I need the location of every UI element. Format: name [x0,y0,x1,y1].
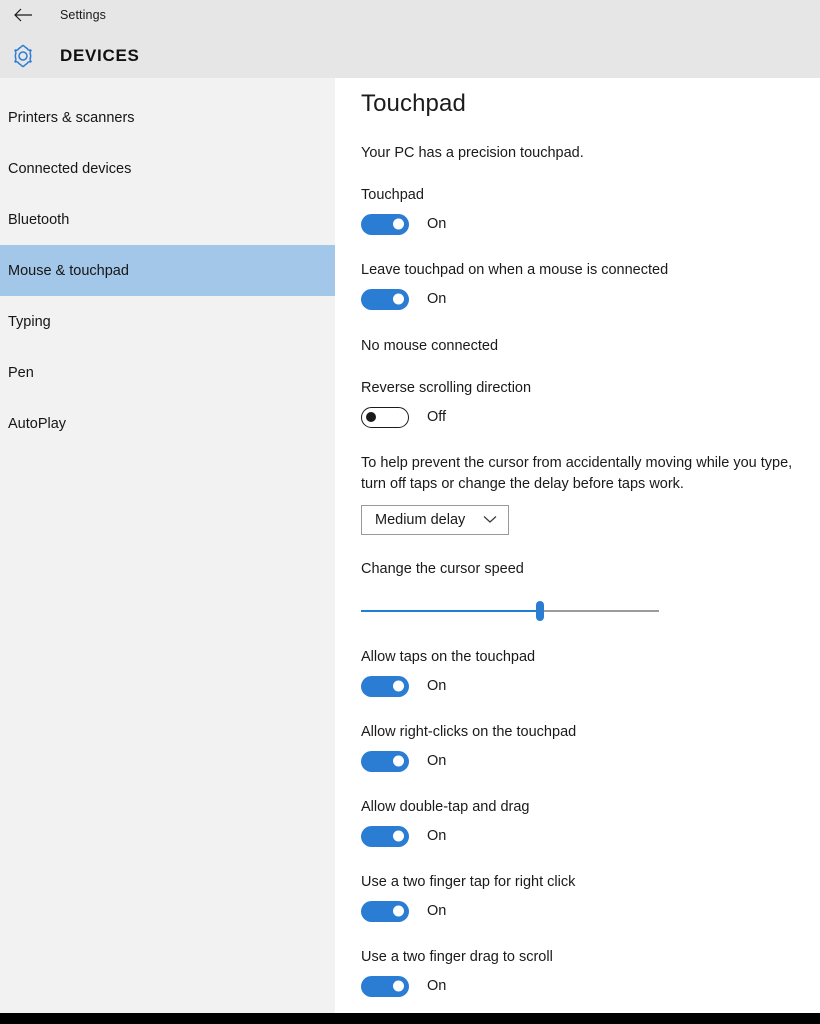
sidebar-item-label: Bluetooth [8,211,70,228]
leave-touchpad-on-toggle[interactable] [361,288,409,310]
two-finger-tap-label: Use a two finger tap for right click [361,874,576,891]
settings-window: Settings DEVICES Printers & scanners Con… [0,0,820,1024]
two-finger-tap-toggle-row: On [361,899,820,923]
chevron-down-icon [483,511,497,529]
two-finger-drag-label: Use a two finger drag to scroll [361,949,553,966]
slider-filled-track [361,610,540,613]
reverse-scroll-toggle-row: Off [361,405,820,429]
two-finger-drag-toggle-row: On [361,974,820,998]
slider-thumb[interactable] [535,601,544,622]
two-finger-drag-toggle[interactable] [361,975,409,997]
reverse-scroll-state: Off [427,409,447,425]
sidebar-item-label: AutoPlay [8,415,67,432]
category-title: DEVICES [60,46,140,65]
tap-delay-description: To help prevent the cursor from accident… [361,455,793,492]
sidebar-item-bluetooth[interactable]: Bluetooth [0,194,335,245]
category-header: DEVICES [0,38,140,74]
two-finger-tap-state: On [427,903,447,920]
sidebar-item-label: Connected devices [8,160,132,177]
tap-delay-dropdown[interactable]: Medium delay [361,505,509,536]
reverse-scroll-label: Reverse scrolling direction [361,380,532,396]
sidebar-item-printers-scanners[interactable]: Printers & scanners [0,92,335,143]
sidebar-item-mouse-touchpad[interactable]: Mouse & touchpad [0,245,335,296]
reverse-scrolling-toggle[interactable] [361,406,409,428]
sidebar-item-label: Typing [8,313,51,330]
slider-remaining-track [539,610,659,613]
page-title: Touchpad [361,90,466,117]
allow-right-clicks-toggle[interactable] [361,750,409,772]
allow-taps-toggle-row: On [361,674,820,698]
touchpad-toggle-row: On [361,212,820,236]
two-finger-tap-toggle[interactable] [361,900,409,922]
allow-right-clicks-toggle-row: On [361,749,820,773]
gear-icon [0,38,46,74]
touchpad-toggle[interactable] [361,213,409,235]
touchpad-toggle-state: On [427,216,447,232]
two-finger-drag-state: On [427,978,447,995]
sidebar-item-pen[interactable]: Pen [0,347,335,398]
touchpad-toggle-label: Touchpad [361,187,424,203]
settings-content-pane: Touchpad Your PC has a precision touchpa… [335,78,820,1013]
leave-on-toggle-label: Leave touchpad on when a mouse is connec… [361,262,669,278]
sidebar-item-connected-devices[interactable]: Connected devices [0,143,335,194]
allow-taps-toggle[interactable] [361,675,409,697]
sidebar-item-label: Mouse & touchpad [8,262,129,279]
allow-double-tap-drag-label: Allow double-tap and drag [361,799,530,816]
back-button[interactable] [0,0,46,30]
taskbar [0,1013,820,1024]
cursor-speed-slider[interactable] [361,599,659,623]
app-title: Settings [60,8,106,22]
tap-delay-value: Medium delay [375,512,466,529]
leave-on-toggle-row: On [361,287,820,311]
title-bar: Settings [0,0,820,30]
allow-right-clicks-state: On [427,753,447,770]
sidebar-item-typing[interactable]: Typing [0,296,335,347]
allow-taps-label: Allow taps on the touchpad [361,649,536,666]
leave-on-toggle-state: On [427,291,447,307]
mouse-connection-status: No mouse connected [361,338,499,354]
sidebar-item-label: Pen [8,364,34,381]
allow-taps-state: On [427,678,447,695]
sidebar-item-label: Printers & scanners [8,109,135,126]
allow-double-tap-drag-toggle-row: On [361,824,820,848]
allow-double-tap-drag-toggle[interactable] [361,825,409,847]
sidebar-item-autoplay[interactable]: AutoPlay [0,398,335,449]
allow-double-tap-drag-state: On [427,828,447,845]
allow-right-clicks-label: Allow right-clicks on the touchpad [361,724,577,741]
sidebar-nav: Printers & scanners Connected devices Bl… [0,78,335,1013]
back-arrow-icon [13,8,33,22]
touchpad-description: Your PC has a precision touchpad. [361,145,584,161]
cursor-speed-label: Change the cursor speed [361,561,524,578]
